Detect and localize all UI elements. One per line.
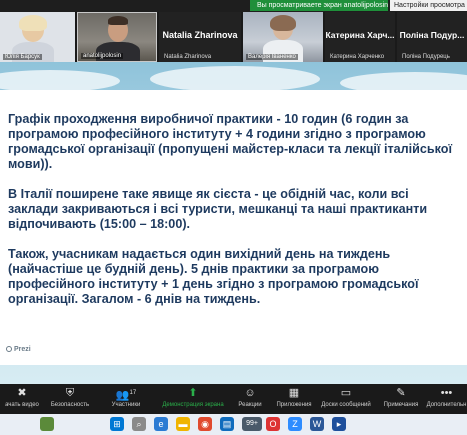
participant-body [96,42,140,61]
cloud-decoration [150,66,320,92]
shield-icon: ⛨ [65,387,75,399]
prezi-label: Prezi [14,346,31,353]
participant-hair [270,15,296,31]
cloud-decoration [0,70,120,92]
participant-name: Поліна Подурець [402,54,450,60]
chrome-icon[interactable]: ◉ [198,417,212,431]
windows-start-icon[interactable]: ⊞ [110,417,124,431]
slide-paragraph: В Італії поширене таке явище як сієста -… [8,187,428,231]
slide-paragraph: Графік проходження виробничої практики -… [8,112,453,171]
prezi-logo: Prezi [6,346,31,353]
slide-text: Графік проходження виробничої практики -… [8,112,460,322]
word-icon[interactable]: W [310,417,324,431]
participant-tile-active[interactable]: anatolijpolosin [77,12,157,62]
share-screen-icon: ⬆ [188,387,198,399]
view-options-button[interactable]: Настройки просмотра [390,0,467,11]
screen-share-banner[interactable]: Вы просматриваете экран anatolijpolosin [250,0,388,11]
telegram-icon[interactable]: ▸ [332,417,346,431]
reactions-icon: ☺ [244,387,256,399]
apps-icon: ▦ [288,387,300,399]
start-video-button[interactable]: ✖ ачать видео [0,384,44,414]
notes-icon: ✎ [396,387,406,399]
participant-name: anatolijpolosin [81,53,124,59]
participant-tile[interactable]: Поліна Подур... Поліна Подурець [397,12,467,62]
participants-button[interactable]: 👥17 Участники [104,384,148,414]
more-icon: ••• [440,387,453,399]
store-icon[interactable]: ▤ [220,417,234,431]
participant-tile[interactable]: Natalia Zharinova Natalia Zharinova [159,12,241,62]
participants-icon: 👥17 [115,389,137,402]
opera-icon[interactable]: O [266,417,280,431]
zoom-window: Вы просматриваете экран anatolijpolosin … [0,0,467,435]
participant-tile[interactable]: Валерія Іваненко [243,12,323,62]
apps-button[interactable]: ▦ Приложения [272,384,316,414]
landscape-thumbnail-icon[interactable] [40,417,54,431]
os-taskbar: ⊞ ⌕ e ▬ ◉ ▤ 99+ O Z W ▸ [0,414,467,435]
reactions-button[interactable]: ☺ Реакции [232,384,268,414]
participant-strip: Юлія Барсук anatolijpolosin Natalia Zhar… [0,12,467,62]
participant-tile[interactable]: Катерина Харч... Катерина Харченко [325,12,395,62]
notifications-badge[interactable]: 99+ [242,417,262,431]
slide-content: Графік проходження виробничої практики -… [0,90,467,365]
participant-title: Поліна Подур... [399,30,465,40]
participants-count: 17 [129,390,137,396]
participant-tile[interactable]: Юлія Барсук [0,12,75,62]
participant-title: Natalia Zharinova [162,30,238,40]
whiteboards-button[interactable]: ▭ Доски сообщений [318,384,374,414]
security-button[interactable]: ⛨ Безопасность [46,384,94,414]
participant-name: Natalia Zharinova [164,54,212,60]
edge-browser-icon[interactable]: e [154,417,168,431]
share-screen-button[interactable]: ⬆ Демонстрация экрана [158,384,228,414]
slide-paragraph: Також, учасникам надається один вихідний… [8,247,419,306]
meeting-toolbar: ✖ ачать видео ⛨ Безопасность 👥17 Участни… [0,384,467,414]
camera-off-icon: ✖ [17,387,27,399]
file-explorer-icon[interactable]: ▬ [176,417,190,431]
notes-button[interactable]: ✎ Примечания [378,384,424,414]
whiteboard-icon: ▭ [340,387,352,399]
participant-hair [19,15,47,31]
participant-name: Юлія Барсук [3,54,42,60]
participant-hair [108,16,128,25]
more-button[interactable]: ••• Дополнительн [426,384,467,414]
participant-name: Валерія Іваненко [246,54,298,60]
zoom-app-icon[interactable]: Z [288,417,302,431]
participant-title: Катерина Харч... [325,30,395,40]
participant-name: Катерина Харченко [330,54,385,60]
prezi-icon [6,346,12,352]
search-icon[interactable]: ⌕ [132,417,146,431]
shared-screen: Графік проходження виробничої практики -… [0,62,467,384]
